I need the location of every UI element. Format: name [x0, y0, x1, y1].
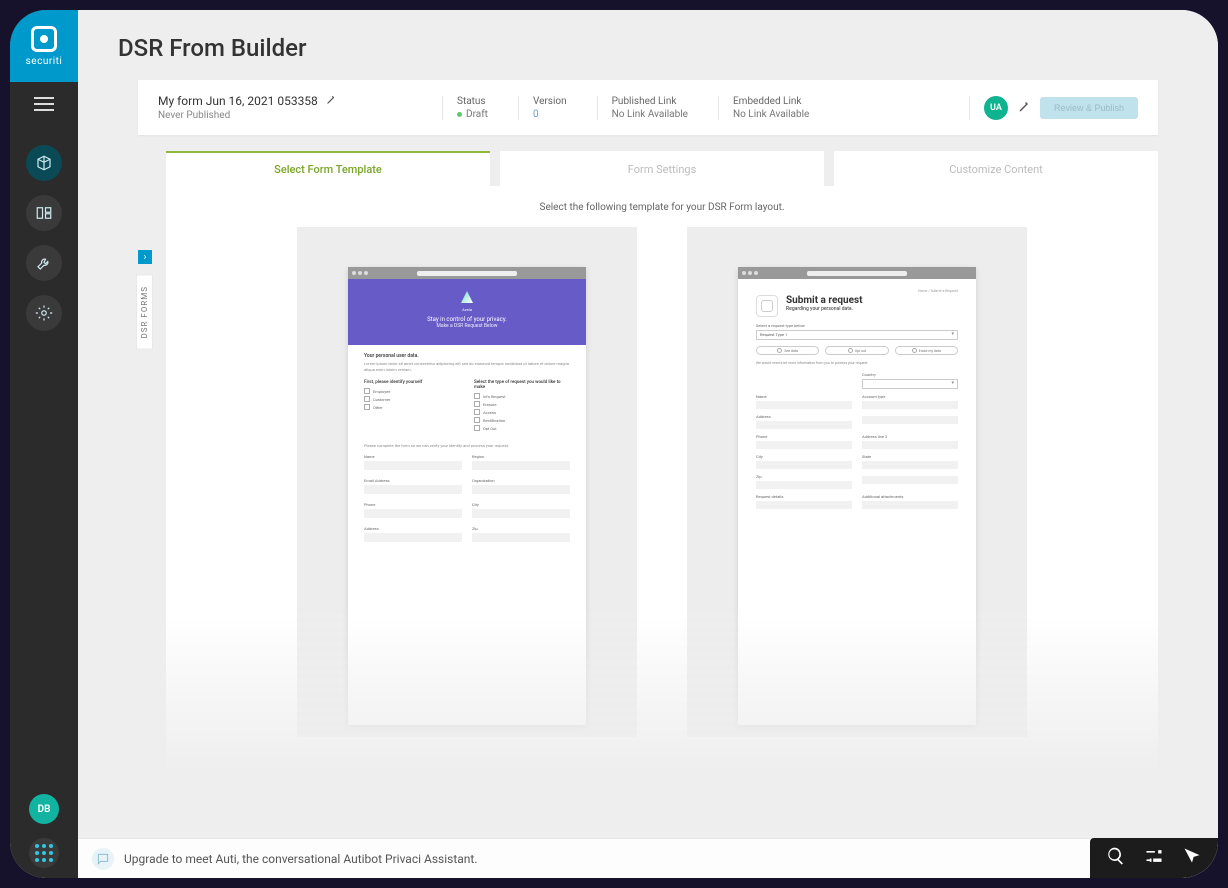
collapse-side-panel-button[interactable]: ›: [138, 250, 152, 264]
brand-block[interactable]: securiti: [10, 10, 78, 82]
template1-field: Region: [472, 454, 570, 470]
template2-chip: Opt out: [825, 346, 888, 355]
search-icon[interactable]: [1106, 846, 1126, 870]
template1-note: Please complete the form so we can verif…: [364, 443, 570, 448]
template2-select: Request Type 1: [756, 330, 958, 340]
template1-checkbox-item: Other: [364, 404, 460, 410]
template2-field: Address line 2: [862, 434, 958, 449]
template1-checkbox-item: Erasure: [474, 401, 570, 407]
published-link-label: Published Link: [612, 96, 688, 107]
edit-collaborators-icon[interactable]: [1018, 98, 1030, 117]
template2-breadcrumb: Home / Submit a Request: [756, 289, 958, 293]
side-panel-label[interactable]: DSR FORMS: [136, 275, 153, 350]
status-dot-icon: [457, 112, 462, 117]
embedded-link-value: No Link Available: [733, 109, 809, 120]
template-preview-1: Avala Stay in control of your privacy. M…: [348, 267, 586, 725]
status-label: Status: [457, 96, 488, 107]
template2-country-select: [862, 379, 958, 389]
template2-country-label: Country: [862, 372, 958, 377]
hamburger-icon[interactable]: [34, 96, 54, 115]
template1-checkbox-item: Rectification: [474, 417, 570, 423]
version-label: Version: [533, 96, 567, 107]
edit-name-icon[interactable]: [326, 94, 336, 108]
chatbar-text: Upgrade to meet Auti, the conversational…: [124, 852, 1204, 866]
template1-headline: Stay in control of your privacy.: [354, 316, 580, 323]
tab-customize-content[interactable]: Customize Content: [834, 151, 1158, 186]
page-title: DSR From Builder: [78, 10, 1218, 70]
review-publish-button[interactable]: Review & Publish: [1040, 97, 1138, 119]
template2-field: State: [862, 454, 958, 469]
template2-chip: Erase my data: [895, 346, 958, 355]
nav-gear-icon[interactable]: [26, 295, 62, 331]
template2-field: Request details: [756, 494, 852, 509]
version-value: 0: [533, 109, 567, 120]
templates-area: Avala Stay in control of your privacy. M…: [166, 217, 1158, 777]
template2-field: Account type: [862, 394, 958, 409]
template1-left-title: First, please identify yourself: [364, 380, 460, 385]
template2-subtitle: Regarding your personal data.: [786, 306, 863, 312]
template-instruction: Select the following template for your D…: [166, 186, 1158, 217]
assistant-chatbar[interactable]: Upgrade to meet Auti, the conversational…: [78, 838, 1218, 878]
status-value: Draft: [466, 109, 488, 120]
template1-subhead: Make a DSR Request Below: [354, 323, 580, 329]
apps-grid-icon[interactable]: [29, 838, 59, 868]
template1-field: Name: [364, 454, 462, 470]
left-nav-rail: securiti DB: [10, 10, 78, 878]
template1-checkbox-item: Opt Out: [474, 425, 570, 431]
nav-layout-icon[interactable]: [26, 195, 62, 231]
template1-field: Zip: [472, 526, 570, 542]
template1-checkbox-item: Employee: [364, 388, 460, 394]
template1-field: Organization: [472, 478, 570, 494]
template2-field: [862, 474, 958, 489]
form-info-bar: My form Jun 16, 2021 053358 Never Publis…: [138, 80, 1158, 135]
template1-brand: Avala: [354, 307, 580, 312]
template2-field: City: [756, 454, 852, 469]
brand-logo-icon: [31, 26, 57, 52]
template2-field: Address: [756, 414, 852, 429]
template1-field: City: [472, 502, 570, 518]
sliders-icon[interactable]: [1144, 846, 1164, 870]
template1-section-title: Your personal user data.: [364, 353, 570, 359]
chat-icon: [92, 848, 114, 870]
tab-form-settings[interactable]: Form Settings: [500, 151, 824, 186]
template1-field: Email Address: [364, 478, 462, 494]
template1-checkbox-item: Access: [474, 409, 570, 415]
tab-select-template[interactable]: Select Form Template: [166, 151, 490, 186]
template1-section-desc: Lorem ipsum dolor sit amet consectetur a…: [364, 361, 570, 372]
template1-field: Address: [364, 526, 462, 542]
template2-field: Zip: [756, 474, 852, 489]
template2-avatar-icon: [756, 295, 778, 317]
template2-field: Phone: [756, 434, 852, 449]
template2-hint: We would need a bit more information fro…: [756, 361, 958, 366]
template1-checkbox-item: Info Request: [474, 393, 570, 399]
form-publish-status: Never Published: [158, 110, 418, 121]
template2-field: Name: [756, 394, 852, 409]
collaborator-avatar[interactable]: UA: [984, 96, 1008, 120]
template2-chip: See data: [756, 346, 819, 355]
builder-tabs: Select Form Template Form Settings Custo…: [166, 151, 1158, 186]
template-option-2[interactable]: Home / Submit a Request Submit a request…: [687, 227, 1027, 737]
nav-cube-icon[interactable]: [26, 145, 62, 181]
user-avatar-small[interactable]: DB: [29, 794, 59, 824]
embedded-link-label: Embedded Link: [733, 96, 809, 107]
template2-field: [862, 414, 958, 429]
template2-title: Submit a request: [786, 295, 863, 306]
template1-right-title: Select the type of request you would lik…: [474, 380, 570, 390]
template1-logo-icon: [461, 291, 473, 303]
template-preview-2: Home / Submit a Request Submit a request…: [738, 267, 976, 725]
template-option-1[interactable]: Avala Stay in control of your privacy. M…: [297, 227, 637, 737]
template1-checkbox-item: Customer: [364, 396, 460, 402]
template2-select-label: Select a request type below: [756, 323, 958, 328]
template2-field: Additional attachments: [862, 494, 958, 509]
devtools-dock: [1090, 838, 1218, 878]
published-link-value: No Link Available: [612, 109, 688, 120]
brand-name: securiti: [26, 56, 63, 67]
form-name: My form Jun 16, 2021 053358: [158, 94, 318, 108]
nav-wrench-icon[interactable]: [26, 245, 62, 281]
template1-field: Phone: [364, 502, 462, 518]
inspect-icon[interactable]: [1182, 846, 1202, 870]
